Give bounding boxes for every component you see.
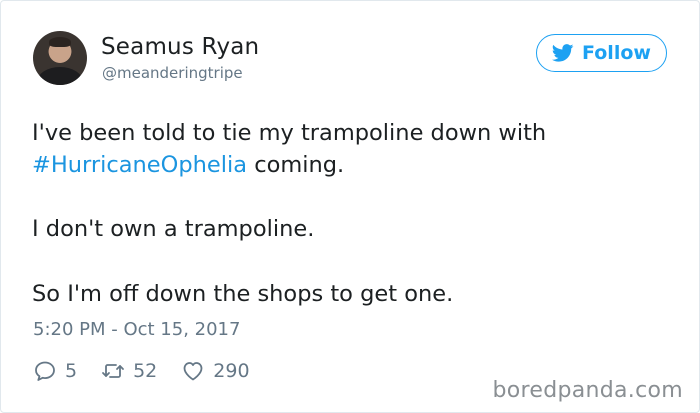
reply-button[interactable]: 5 xyxy=(33,359,77,383)
watermark: boredpanda.com xyxy=(492,378,683,403)
author-handle[interactable]: @meanderingtripe xyxy=(102,64,243,82)
tweet-line-1-end: coming. xyxy=(247,151,345,178)
tweet-paragraph-2: I don't own a trampoline. xyxy=(32,216,315,242)
avatar[interactable] xyxy=(33,31,87,85)
follow-label: Follow xyxy=(582,42,651,64)
like-button[interactable]: 290 xyxy=(181,359,250,383)
like-count: 290 xyxy=(213,360,250,382)
twitter-bird-icon xyxy=(552,44,574,62)
hashtag-link[interactable]: #HurricaneOphelia xyxy=(32,152,247,178)
reply-icon xyxy=(35,361,55,381)
tweet-paragraph-1: I've been told to tie my trampoline down… xyxy=(32,118,672,181)
tweet-card: Seamus Ryan @meanderingtripe Follow I've… xyxy=(0,0,700,413)
retweet-count: 52 xyxy=(133,360,158,382)
tweet-timestamp[interactable]: 5:20 PM - Oct 15, 2017 xyxy=(33,319,240,340)
avatar-hair xyxy=(49,37,71,47)
tweet-line-1: I've been told to tie my trampoline down… xyxy=(32,120,547,146)
avatar-shoulders xyxy=(37,67,83,85)
heart-icon xyxy=(183,362,203,381)
retweet-button[interactable]: 52 xyxy=(101,359,157,383)
author-name[interactable]: Seamus Ryan xyxy=(101,34,259,60)
follow-button[interactable]: Follow xyxy=(536,34,667,72)
tweet-paragraph-3: So I'm off down the shops to get one. xyxy=(32,280,454,307)
reply-count: 5 xyxy=(65,360,78,382)
retweet-icon xyxy=(102,364,124,378)
tweet-actions: 5 52 290 xyxy=(33,357,274,385)
tweet-text: I've been told to tie my trampoline down… xyxy=(32,118,672,310)
